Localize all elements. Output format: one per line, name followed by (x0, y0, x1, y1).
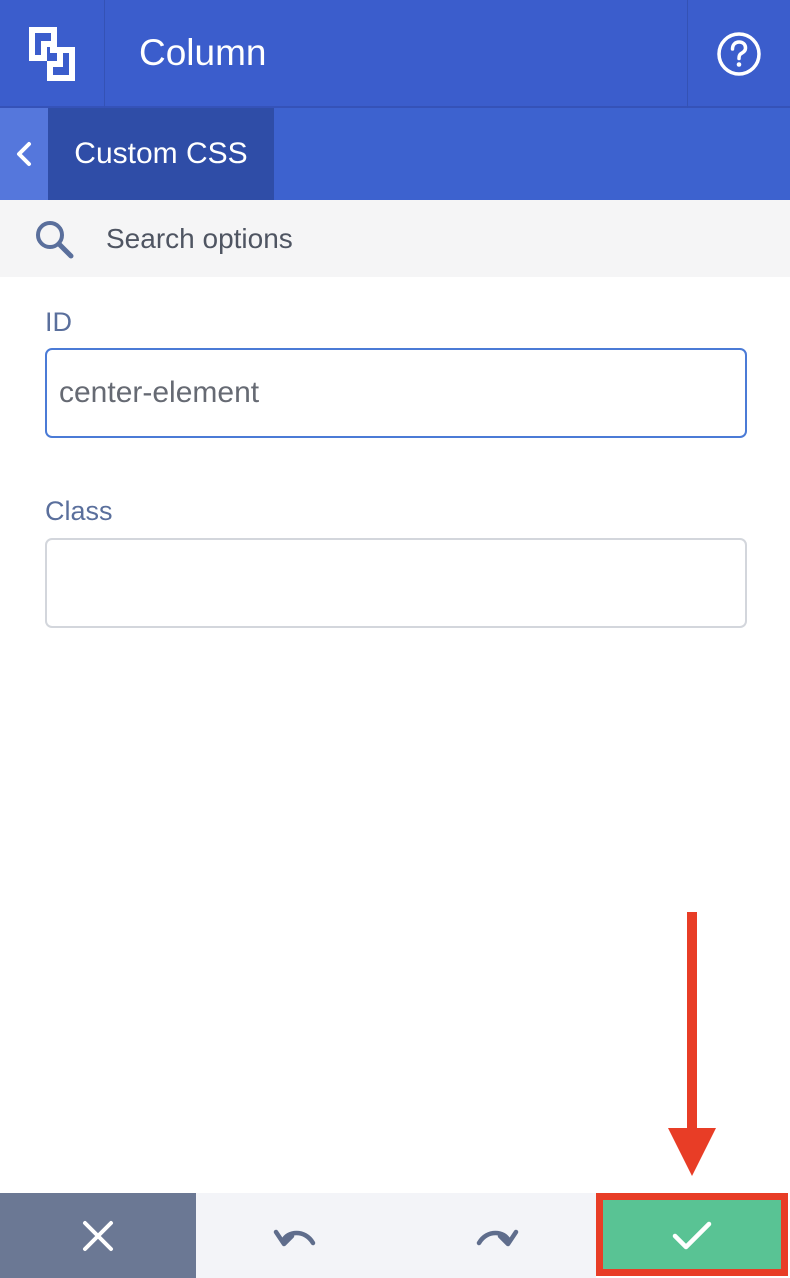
save-button[interactable] (596, 1193, 788, 1276)
search-input[interactable] (106, 210, 746, 268)
close-icon (83, 1220, 113, 1251)
back-button[interactable] (0, 108, 48, 200)
id-label: ID (45, 307, 72, 337)
search-icon (36, 221, 74, 259)
help-circle-icon (717, 32, 761, 76)
chevron-left-icon (17, 142, 31, 166)
builder-logo-icon (29, 27, 75, 81)
footer-toolbar (0, 1193, 790, 1278)
check-icon (672, 1221, 712, 1249)
panel-header: Column (0, 0, 790, 108)
class-label: Class (45, 496, 113, 526)
logo[interactable] (0, 0, 105, 108)
panel-title: Column (139, 32, 267, 73)
close-button[interactable] (0, 1193, 196, 1278)
redo-button[interactable] (396, 1193, 596, 1278)
arrow-down-icon (668, 912, 716, 1176)
redo-icon (476, 1229, 519, 1246)
class-field[interactable] (45, 538, 747, 628)
help-button[interactable] (687, 0, 790, 108)
undo-button[interactable] (196, 1193, 396, 1278)
undo-icon (273, 1229, 316, 1246)
id-field[interactable] (45, 348, 747, 438)
breadcrumb-custom-css[interactable]: Custom CSS (48, 108, 274, 200)
breadcrumb-bar: Custom CSS (0, 108, 790, 200)
